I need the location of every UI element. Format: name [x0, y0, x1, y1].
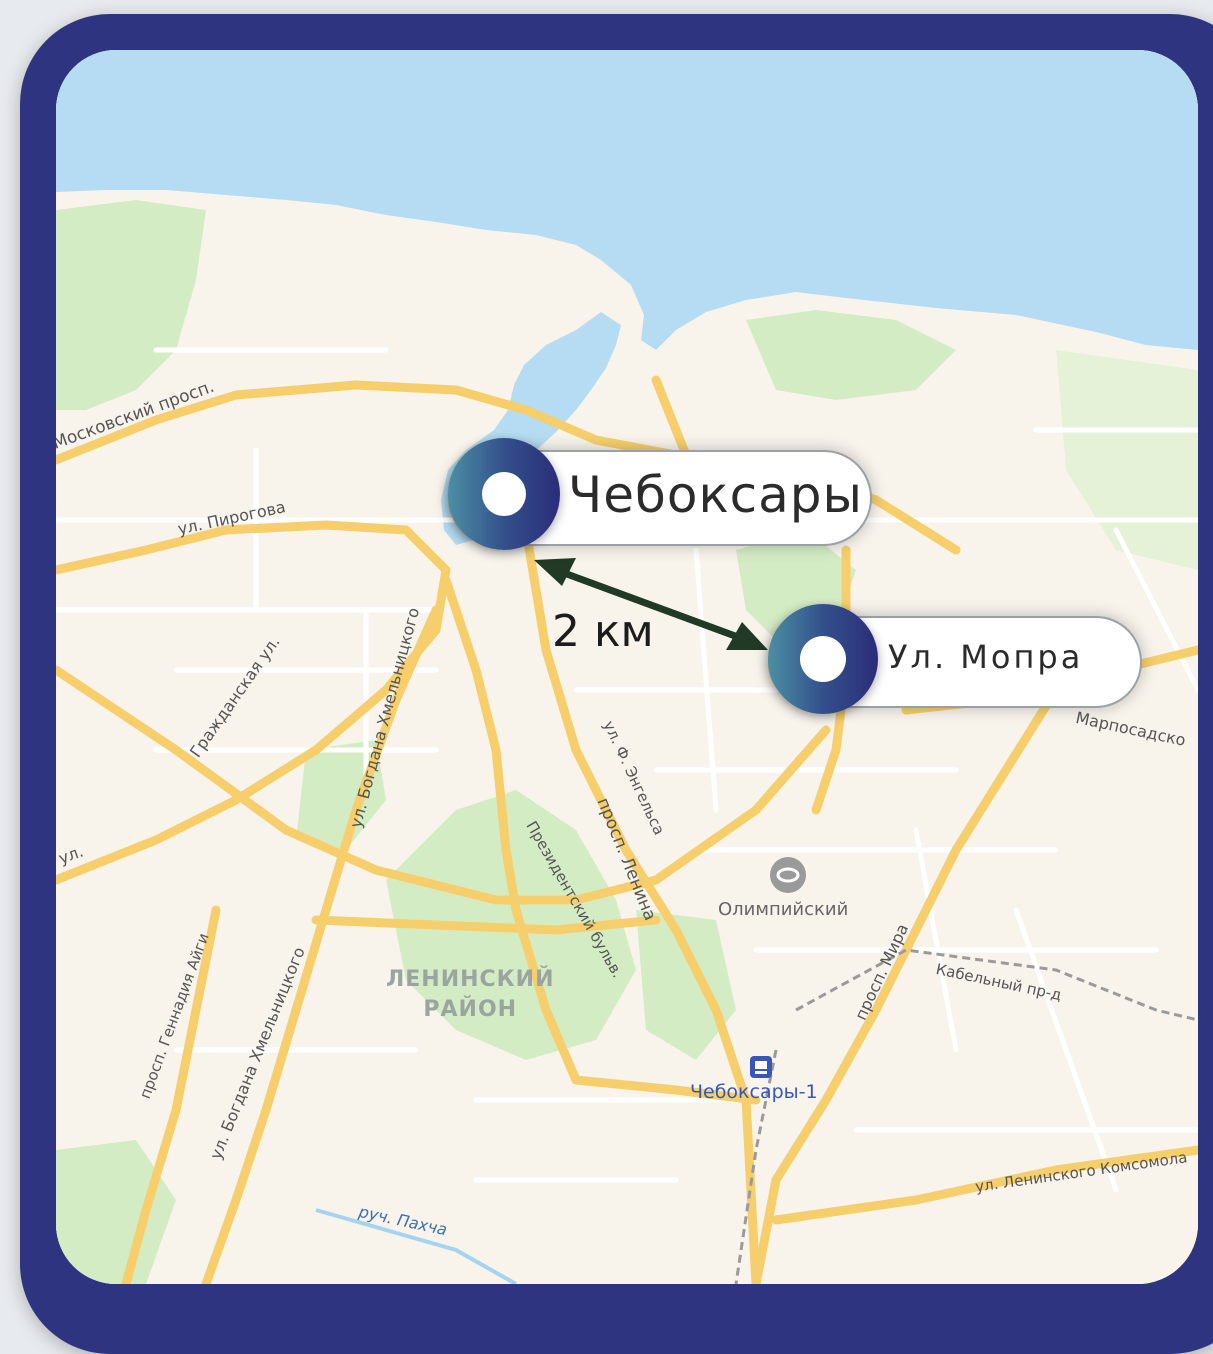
- marker-mopra[interactable]: Ул. Мопра: [768, 604, 1148, 714]
- marker-label: Чебоксары: [568, 466, 864, 524]
- poi-label-station[interactable]: Чебоксары-1: [690, 1081, 818, 1103]
- stadium-icon[interactable]: [770, 857, 806, 893]
- district-label-line-1: ЛЕНИНСКИЙ: [386, 967, 555, 992]
- district-label: ЛЕНИНСКИЙ РАЙОН: [386, 965, 555, 1025]
- train-station-icon[interactable]: [750, 1056, 772, 1078]
- location-dot-icon[interactable]: [448, 438, 560, 550]
- marker-label: Ул. Мопра: [888, 638, 1084, 676]
- poi-label-olimpiysky[interactable]: Олимпийский: [718, 899, 848, 920]
- distance-label: 2 км: [552, 606, 654, 657]
- marker-cheboksary[interactable]: Чебоксары: [448, 438, 878, 550]
- district-label-line-2: РАЙОН: [423, 997, 518, 1022]
- location-dot-icon[interactable]: [768, 604, 878, 714]
